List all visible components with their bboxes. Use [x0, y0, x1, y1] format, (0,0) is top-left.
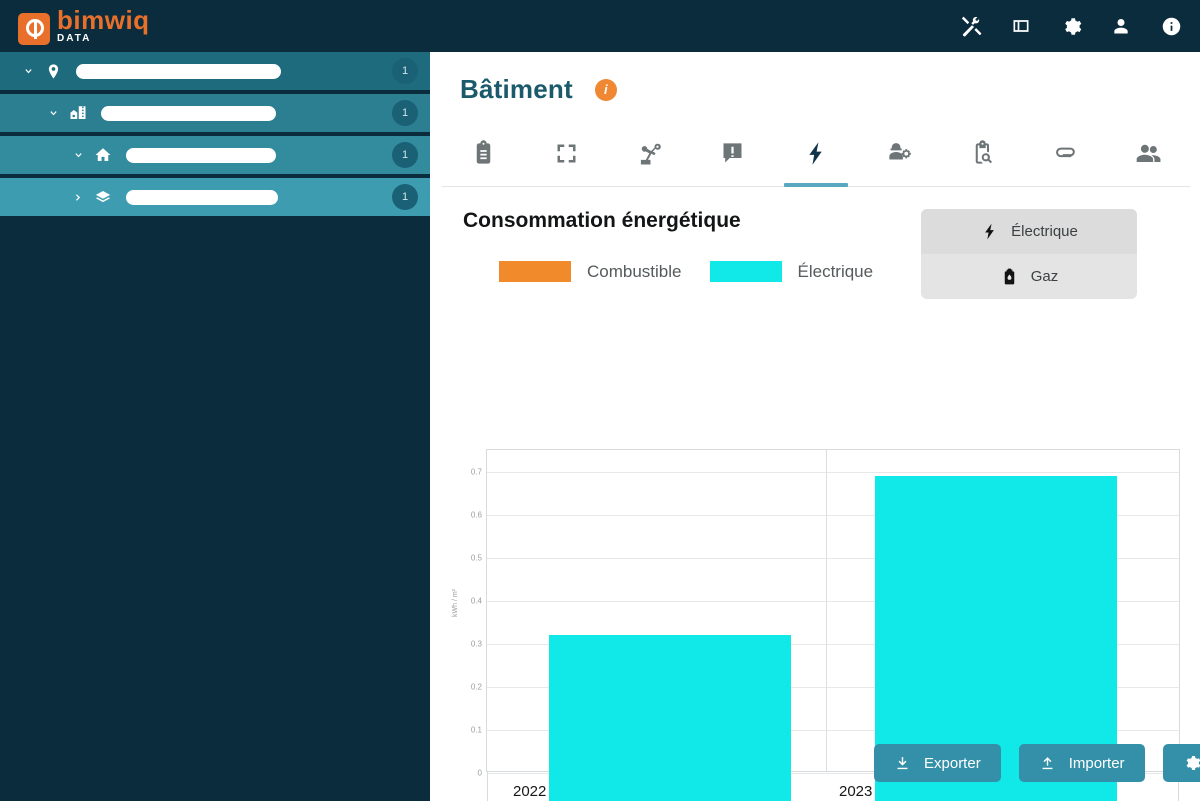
import-button[interactable]: Importer — [1018, 744, 1145, 782]
chevron-down-icon[interactable] — [68, 148, 88, 163]
export-button-label: Exporter — [924, 754, 981, 772]
chevron-down-icon[interactable] — [18, 64, 38, 79]
legend-label-combustible: Combustible — [587, 261, 682, 281]
category-divider — [826, 450, 827, 771]
y-tick-label: 0.5 — [470, 553, 482, 563]
legend-item-combustible: Combustible — [499, 261, 682, 282]
sidebar-item-count-badge: 1 — [392, 58, 418, 84]
y-tick-label: 0 — [477, 768, 482, 778]
gridline: 0.7 — [471, 468, 1179, 477]
chart-plot-area: 0 0.1 0.2 0.3 0.4 0.5 0.6 0.7 2022 2023 — [471, 449, 1180, 801]
energy-toggle-electrique-label: Électrique — [1011, 223, 1078, 240]
y-tick-label: 0.1 — [470, 725, 482, 735]
import-button-label: Importer — [1068, 754, 1125, 772]
export-button[interactable]: Exporter — [874, 744, 1001, 782]
building-icon — [65, 104, 91, 122]
top-bar-icons — [959, 14, 1183, 38]
panel-icon[interactable] — [1009, 14, 1033, 38]
app-logo[interactable]: bimwiq DATA — [18, 7, 150, 45]
sidebar-item-label-redacted — [76, 63, 281, 79]
sidebar-item-label-redacted — [126, 189, 278, 205]
logo-mark-icon — [18, 13, 50, 45]
legend-swatch-combustible — [499, 261, 571, 282]
page-info-badge-icon[interactable]: i — [594, 78, 617, 101]
legend-item-electrique: Électrique — [709, 261, 874, 282]
map-pin-icon — [40, 63, 66, 80]
y-tick-label: 0.4 — [470, 596, 482, 606]
action-bar: Exporter Importer Administration... — [874, 744, 1200, 782]
tab-alerts[interactable] — [691, 121, 774, 186]
sidebar-item-level[interactable]: 1 — [0, 178, 430, 220]
legend-label-electrique: Électrique — [797, 261, 874, 281]
body-region: 1 1 1 1 Bâtiment i Consommation énergéti… — [0, 52, 1200, 801]
energy-toggle-gaz-label: Gaz — [1030, 268, 1059, 285]
sidebar-tree: 1 1 1 1 — [0, 52, 430, 801]
energy-content: Consommation énergétique Combustible Éle… — [430, 187, 1200, 801]
info-icon[interactable] — [1159, 14, 1183, 38]
energy-toggle-gaz[interactable]: Gaz — [921, 254, 1137, 299]
x-tick-label-2023: 2023 — [839, 783, 873, 800]
sidebar-item-label-redacted — [101, 105, 276, 121]
page-header: Bâtiment i — [430, 52, 1200, 105]
tab-attachments[interactable] — [1024, 121, 1107, 186]
chart-legend: Combustible Électrique — [499, 261, 873, 282]
tab-contacts[interactable] — [1107, 121, 1190, 186]
sidebar-item-label-redacted — [126, 147, 276, 163]
sidebar-item-site[interactable]: 1 — [0, 52, 430, 94]
chart-header: Consommation énergétique Combustible Éle… — [454, 187, 1180, 299]
gear-icon[interactable] — [1059, 14, 1083, 38]
sidebar-item-count-badge: 1 — [392, 142, 418, 168]
tab-scan[interactable] — [525, 121, 608, 186]
chart-title: Consommation énergétique — [463, 209, 741, 232]
tab-clipboard[interactable] — [442, 121, 525, 186]
chart-y-axis-title: kWh / m² — [452, 589, 459, 617]
tools-icon[interactable] — [959, 14, 983, 38]
top-bar: bimwiq DATA — [0, 0, 1200, 52]
tab-inspection[interactable] — [941, 121, 1024, 186]
application-window: bimwiq DATA 1 1 1 1 Bâtiment i Consommat… — [0, 0, 1200, 801]
sidebar-item-count-badge: 1 — [392, 100, 418, 126]
tab-bar — [442, 121, 1190, 187]
sidebar-item-count-badge: 1 — [392, 184, 418, 210]
energy-type-toggle: Électrique Gaz — [921, 209, 1137, 299]
page-title: Bâtiment — [460, 74, 573, 104]
y-tick-label: 0.6 — [470, 510, 482, 520]
chevron-down-icon[interactable] — [43, 106, 63, 121]
layers-icon — [90, 188, 116, 206]
user-icon[interactable] — [1109, 14, 1133, 38]
energy-toggle-electrique[interactable]: Électrique — [921, 209, 1137, 254]
logo-subtitle: DATA — [57, 33, 92, 44]
y-tick-label: 0.3 — [470, 639, 482, 649]
legend-swatch-electrique — [709, 261, 782, 282]
home-icon — [90, 146, 116, 164]
tab-energy[interactable] — [774, 121, 857, 187]
tab-equipment[interactable] — [608, 121, 691, 186]
y-tick-label: 0.2 — [470, 682, 482, 692]
x-tick-label-2022: 2022 — [513, 783, 547, 800]
sidebar-item-building[interactable]: 1 — [0, 136, 430, 178]
administration-button[interactable]: Administration... — [1162, 744, 1200, 782]
main-panel: Bâtiment i Consommation énergétique Comb… — [430, 52, 1200, 801]
tab-maintenance[interactable] — [858, 121, 941, 186]
y-tick-label: 0.7 — [470, 467, 482, 477]
chevron-right-icon[interactable] — [68, 190, 88, 205]
logo-wordmark: bimwiq — [57, 5, 150, 35]
sidebar-item-building-group[interactable]: 1 — [0, 94, 430, 136]
